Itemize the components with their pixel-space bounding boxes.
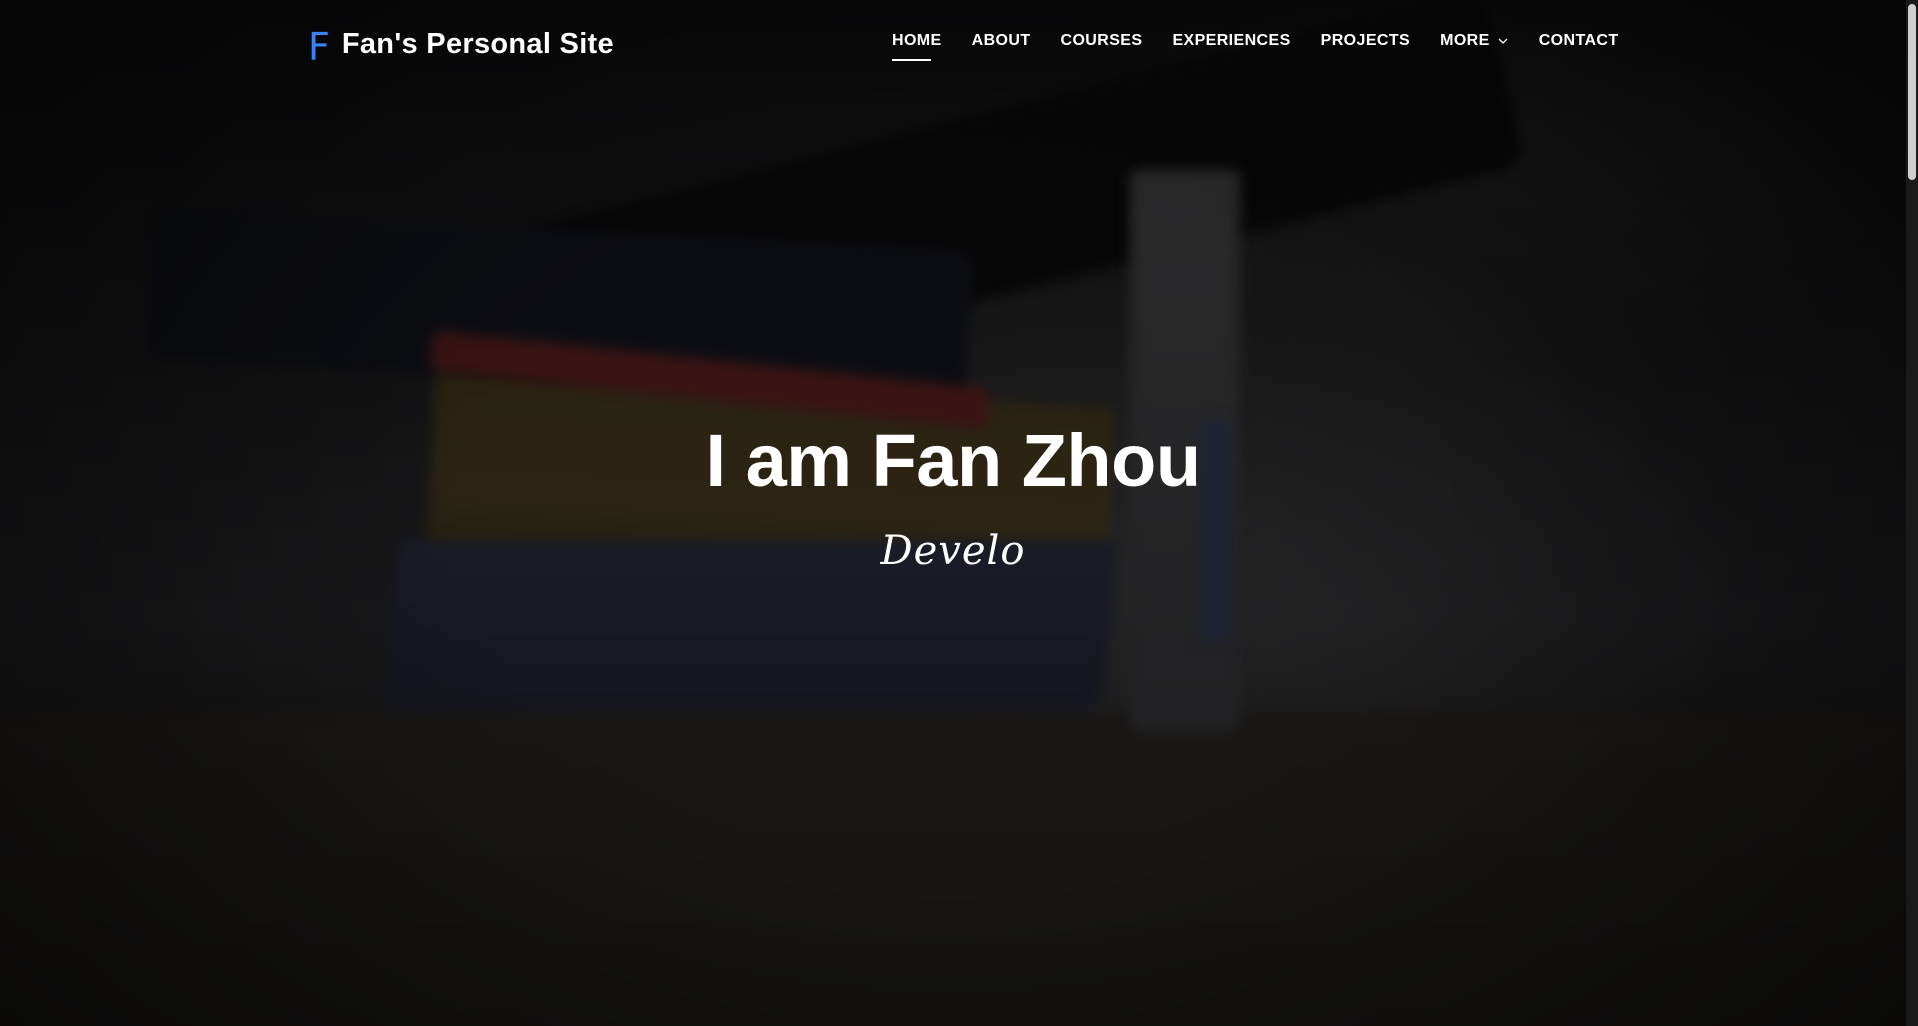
page-scrollbar[interactable] xyxy=(1906,0,1918,1026)
nav-more-dropdown[interactable]: MORE xyxy=(1440,30,1509,52)
nav-home[interactable]: HOME xyxy=(892,30,942,61)
nav-courses[interactable]: COURSES xyxy=(1061,30,1143,52)
nav-contact[interactable]: CONTACT xyxy=(1539,30,1619,52)
nav-projects[interactable]: PROJECTS xyxy=(1321,30,1410,52)
hero-section: I am Fan Zhou Develo xyxy=(0,0,1906,1026)
site-logo-link[interactable]: F Fan's Personal Site xyxy=(308,22,614,69)
hero-title: I am Fan Zhou xyxy=(705,419,1201,502)
scrollbar-thumb[interactable] xyxy=(1908,4,1916,180)
nav-experiences[interactable]: EXPERIENCES xyxy=(1172,30,1290,52)
site-title: Fan's Personal Site xyxy=(341,27,614,60)
chevron-down-icon xyxy=(1498,38,1508,44)
nav-more-label: MORE xyxy=(1440,32,1490,49)
logo-icon: F xyxy=(308,25,330,69)
background-overlay xyxy=(0,0,1906,1026)
hero-typed-subtitle: Develo xyxy=(880,528,1026,574)
site-header: F Fan's Personal Site HOME ABOUT COURSES… xyxy=(0,0,1906,84)
main-nav: HOME ABOUT COURSES EXPERIENCES PROJECTS … xyxy=(892,30,1619,61)
nav-about[interactable]: ABOUT xyxy=(972,30,1031,52)
